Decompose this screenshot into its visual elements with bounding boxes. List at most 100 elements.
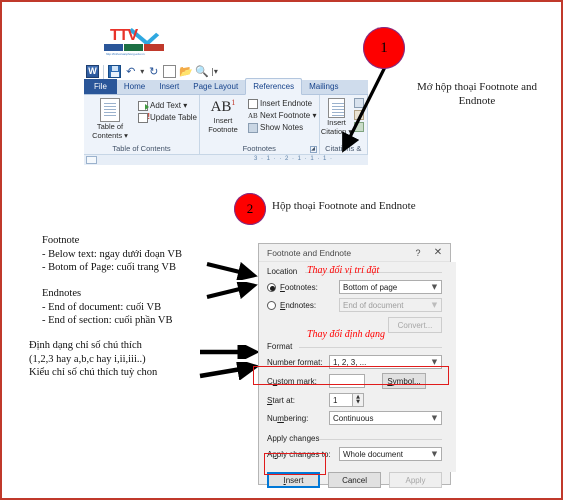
group-label-table-of-contents: Table of Contents bbox=[112, 144, 171, 153]
callout-1-arrow bbox=[342, 64, 388, 153]
endnotes-location-combo[interactable]: End of document ▼ bbox=[339, 298, 442, 312]
ttv-logo: TTV http://tinhocvanphong.edu.vn bbox=[104, 19, 168, 58]
insert-footnote-button[interactable]: AB1 Insert Footnote bbox=[200, 95, 246, 134]
callout-bubble-2: 2 bbox=[234, 193, 266, 225]
tab-page-layout[interactable]: Page Layout bbox=[186, 79, 245, 94]
chevron-down-icon[interactable]: ▼ bbox=[356, 400, 360, 405]
chevron-down-icon[interactable]: ▼ bbox=[428, 281, 441, 293]
insert-endnote-label: Insert Endnote bbox=[260, 99, 313, 108]
table-of-contents-label-2: Contents ▾ bbox=[92, 131, 128, 140]
annotation-footnote-block: Footnote - Below text: ngay dưới đoạn VB… bbox=[42, 234, 182, 275]
undo-icon[interactable]: ↶ bbox=[124, 65, 137, 78]
ribbon: Table of Contents ▾ Add Text ▾ Update Ta… bbox=[84, 95, 368, 154]
apply-changes-to-combo[interactable]: Whole document ▼ bbox=[339, 447, 442, 461]
highlight-custom-mark-row bbox=[253, 366, 449, 385]
table-of-contents-label-1: Table of bbox=[96, 122, 124, 131]
update-table-button[interactable]: Update Table bbox=[136, 112, 199, 124]
arrow-to-number-format bbox=[200, 345, 260, 359]
table-of-contents-icon bbox=[100, 98, 120, 122]
footnotes-dialog-launcher[interactable]: ◢ bbox=[309, 146, 317, 153]
next-footnote-button[interactable]: AB Next Footnote ▾ bbox=[246, 110, 319, 122]
footnotes-row: Footnotes: Bottom of page ▼ bbox=[259, 280, 450, 294]
ribbon-group-footnotes: AB1 Insert Footnote Insert Endnote AB Ne… bbox=[200, 95, 320, 154]
convert-button[interactable]: Convert... bbox=[388, 317, 442, 333]
show-notes-label: Show Notes bbox=[260, 123, 304, 132]
update-table-icon bbox=[138, 112, 150, 123]
show-notes-icon bbox=[248, 123, 258, 133]
callout-bubble-1: 1 bbox=[363, 27, 405, 69]
endnotes-location-value: End of document bbox=[343, 300, 404, 310]
annotation-footnote-line-2: - Below text: ngay dưới đoạn VB bbox=[42, 248, 182, 260]
numbering-combo[interactable]: Continuous ▼ bbox=[329, 411, 442, 425]
annotation-footnote-line-3: - Botom of Page: cuối trang VB bbox=[42, 262, 176, 273]
add-text-button[interactable]: Add Text ▾ bbox=[136, 100, 199, 112]
next-footnote-label: Next Footnote ▾ bbox=[260, 111, 317, 120]
open-folder-icon[interactable]: 📂 bbox=[179, 65, 193, 78]
logo-url: http://tinhocvanphong.edu.vn bbox=[106, 52, 145, 56]
ribbon-group-table-of-contents: Table of Contents ▾ Add Text ▾ Update Ta… bbox=[84, 95, 200, 154]
numbering-value: Continuous bbox=[333, 413, 374, 423]
annotation-format-block: Định dạng chỉ số chú thích (1,2,3 hay a,… bbox=[29, 339, 157, 380]
new-document-icon[interactable] bbox=[163, 65, 177, 78]
footnote-and-endnote-dialog: Footnote and Endnote ? ✕ Location Footno… bbox=[253, 243, 456, 488]
ruler-tab-selector[interactable] bbox=[86, 156, 97, 164]
red-note-location: Thay đổi vị trí đặt bbox=[307, 265, 380, 276]
dialog-title: Footnote and Endnote bbox=[267, 247, 352, 258]
callout-1-line-1: Mở hộp thoại Footnote and bbox=[416, 81, 538, 93]
chevron-down-icon[interactable]: ▼ bbox=[428, 412, 441, 424]
apply-changes-section-header: Apply changes bbox=[259, 434, 450, 443]
logo-text: TTV bbox=[110, 27, 138, 44]
undo-dropdown-icon[interactable]: ▾ bbox=[140, 65, 144, 78]
tab-file[interactable]: File bbox=[84, 79, 117, 94]
footnotes-radio[interactable] bbox=[267, 282, 276, 292]
footnotes-location-combo[interactable]: Bottom of page ▼ bbox=[339, 280, 442, 294]
highlight-insert-button bbox=[264, 453, 326, 475]
arrow-to-endnotes-location bbox=[206, 282, 258, 300]
chevron-down-icon[interactable]: ▼ bbox=[428, 299, 441, 311]
close-icon[interactable]: ✕ bbox=[428, 247, 448, 258]
apply-button[interactable]: Apply bbox=[389, 472, 442, 488]
tab-home[interactable]: Home bbox=[117, 79, 152, 94]
table-of-contents-button[interactable]: Table of Contents ▾ bbox=[84, 95, 136, 140]
document-scroll-strip[interactable] bbox=[450, 262, 456, 472]
endnotes-row: Endnotes: End of document ▼ bbox=[259, 298, 450, 312]
footnotes-radio-label: Footnotes: bbox=[280, 282, 318, 292]
ribbon-tabs[interactable]: File Home Insert Page Layout References … bbox=[84, 78, 368, 95]
show-notes-button[interactable]: Show Notes bbox=[246, 122, 319, 134]
ruler-ticks: 3 · 1 · · 2 · 1 · 1 · 1 · bbox=[254, 156, 334, 162]
quick-access-toolbar[interactable]: W | ↶ ▾ ↻ 📂 🔍 |▾ bbox=[84, 63, 368, 80]
start-at-label: Start at: bbox=[267, 395, 296, 405]
apply-changes-section-label: Apply changes bbox=[267, 434, 320, 443]
save-icon[interactable] bbox=[108, 65, 122, 78]
customize-qat-icon[interactable]: |▾ bbox=[211, 65, 218, 78]
document-ruler[interactable]: 3 · 1 · · 2 · 1 · 1 · 1 · bbox=[84, 154, 368, 165]
annotation-endnote-line-1: Endnotes bbox=[42, 288, 82, 299]
callout-2-text: Hộp thoại Footnote and Endnote bbox=[272, 200, 416, 212]
endnotes-radio[interactable] bbox=[267, 300, 276, 310]
insert-footnote-label-1: Insert bbox=[213, 116, 233, 125]
insert-endnote-icon bbox=[248, 99, 258, 109]
insert-footnote-label-2: Footnote bbox=[208, 125, 238, 134]
format-section-header: Format bbox=[259, 342, 450, 351]
add-text-icon bbox=[138, 101, 149, 111]
start-at-spin-buttons[interactable]: ▲ ▼ bbox=[353, 393, 364, 407]
start-at-stepper[interactable]: 1 ▲ ▼ bbox=[329, 393, 364, 407]
word-icon[interactable]: W bbox=[86, 65, 99, 78]
footnotes-location-value: Bottom of page bbox=[343, 282, 398, 292]
add-text-label: Add Text ▾ bbox=[150, 101, 188, 110]
word-application-window: W | ↶ ▾ ↻ 📂 🔍 |▾ File Home Insert Page L… bbox=[84, 63, 368, 174]
cancel-button[interactable]: Cancel bbox=[328, 472, 382, 488]
tab-references[interactable]: References bbox=[245, 78, 303, 95]
annotation-endnote-block: Endnotes - End of document: cuối VB - En… bbox=[42, 287, 172, 328]
tab-insert[interactable]: Insert bbox=[152, 79, 186, 94]
chevron-down-icon[interactable]: ▼ bbox=[428, 448, 441, 460]
start-at-value[interactable]: 1 bbox=[329, 393, 353, 407]
insert-footnote-icon: AB1 bbox=[210, 98, 236, 115]
dialog-title-bar: Footnote and Endnote ? ✕ bbox=[259, 244, 450, 262]
help-button[interactable]: ? bbox=[408, 248, 428, 258]
redo-icon[interactable]: ↻ bbox=[147, 65, 160, 78]
print-preview-icon[interactable]: 🔍 bbox=[195, 65, 209, 78]
callout-1-text: Mở hộp thoại Footnote and Endnote bbox=[392, 80, 562, 108]
annotation-format-line-2: (1,2,3 hay a,b,c hay i,ii,iii..) bbox=[29, 353, 146, 365]
insert-endnote-button[interactable]: Insert Endnote bbox=[246, 98, 319, 110]
